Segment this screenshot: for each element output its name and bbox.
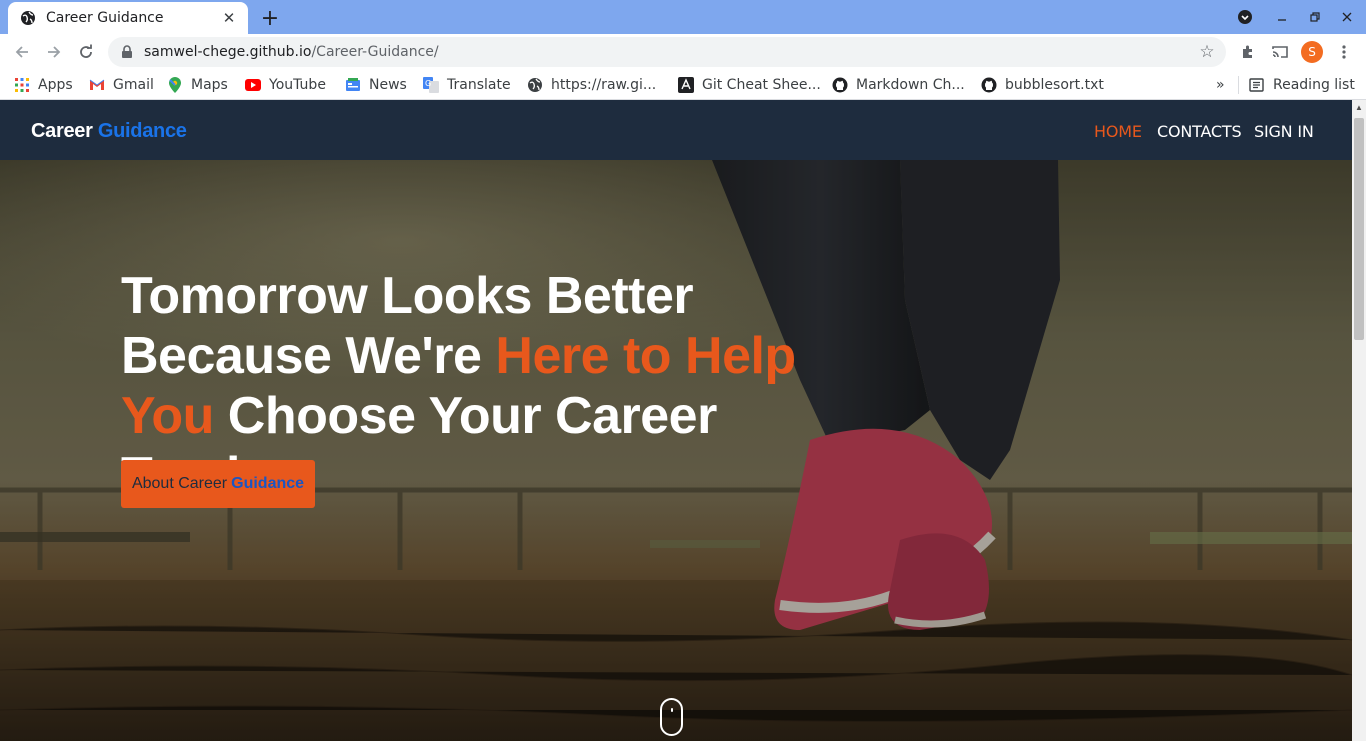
bookmark-gmail[interactable]: Gmail bbox=[89, 75, 154, 95]
hero-line-1: Tomorrow Looks Better bbox=[121, 267, 694, 325]
svg-text:G: G bbox=[425, 79, 431, 88]
bookmark-label: https://raw.gi... bbox=[551, 77, 657, 93]
bookmark-youtube[interactable]: YouTube bbox=[245, 75, 326, 95]
bookmark-translate[interactable]: G Translate bbox=[423, 75, 511, 95]
bookmark-label: Apps bbox=[38, 77, 73, 93]
url-path: /Career-Guidance/ bbox=[311, 44, 439, 60]
hero-line-3-highlight: You bbox=[121, 387, 214, 445]
close-tab-icon[interactable]: ✕ bbox=[220, 9, 238, 27]
bookmark-news[interactable]: News bbox=[345, 75, 407, 95]
bookmark-git-cheat-sheet[interactable]: Git Cheat Shee... bbox=[678, 75, 821, 95]
reload-button[interactable] bbox=[72, 38, 100, 66]
extensions-puzzle-icon[interactable] bbox=[1234, 38, 1262, 66]
bookmark-markdown[interactable]: Markdown Ch... bbox=[832, 75, 965, 95]
nav-sign-in-link[interactable]: SIGN IN bbox=[1254, 122, 1314, 141]
bookmark-label: News bbox=[369, 77, 407, 93]
bookmark-star-icon[interactable]: ☆ bbox=[1198, 43, 1216, 61]
github-icon bbox=[832, 77, 848, 93]
bookmark-bubblesort[interactable]: bubblesort.txt bbox=[981, 75, 1104, 95]
bookmark-label: Git Cheat Shee... bbox=[702, 77, 821, 93]
web-page: Career Guidance HOME CONTACTS SIGN IN To… bbox=[0, 100, 1352, 741]
bookmarks-separator bbox=[1238, 76, 1239, 94]
reading-list-label: Reading list bbox=[1273, 77, 1355, 93]
scrollbar-thumb[interactable] bbox=[1354, 118, 1364, 340]
address-bar[interactable]: samwel-chege.github.io/Career-Guidance/ … bbox=[108, 37, 1226, 67]
page-scrollbar[interactable]: ▲ bbox=[1352, 100, 1366, 741]
tab-title: Career Guidance bbox=[46, 10, 164, 26]
url-text: samwel-chege.github.io/Career-Guidance/ bbox=[144, 44, 439, 60]
cast-icon[interactable] bbox=[1266, 38, 1294, 66]
url-host: samwel-chege.github.io bbox=[144, 44, 312, 60]
browser-toolbar: samwel-chege.github.io/Career-Guidance/ … bbox=[0, 34, 1366, 70]
bookmark-label: Markdown Ch... bbox=[856, 77, 965, 93]
close-window-icon[interactable] bbox=[1335, 6, 1359, 28]
bookmark-apps[interactable]: Apps bbox=[14, 75, 73, 95]
site-navbar: Career Guidance HOME CONTACTS SIGN IN bbox=[0, 100, 1352, 160]
nav-contacts-link[interactable]: CONTACTS bbox=[1157, 122, 1242, 141]
git-icon bbox=[678, 77, 694, 93]
bookmark-label: Gmail bbox=[113, 77, 154, 93]
scroll-up-arrow-icon[interactable]: ▲ bbox=[1352, 100, 1366, 116]
news-icon bbox=[345, 77, 361, 93]
bookmark-label: bubblesort.txt bbox=[1005, 77, 1104, 93]
bookmarks-bar: Apps Gmail Maps YouTube News G Translate bbox=[0, 70, 1366, 100]
arrow-right-icon bbox=[48, 46, 61, 58]
youtube-icon bbox=[245, 77, 261, 93]
bookmark-label: Translate bbox=[447, 77, 511, 93]
nav-home-link[interactable]: HOME bbox=[1094, 122, 1142, 141]
apps-grid-icon bbox=[14, 77, 30, 93]
button-label-main: About Career bbox=[131, 475, 228, 492]
button-label-accent: Guidance bbox=[231, 475, 305, 492]
reading-list-icon bbox=[1249, 77, 1265, 93]
globe-icon bbox=[527, 77, 543, 93]
bookmark-maps[interactable]: Maps bbox=[167, 75, 228, 95]
bookmark-label: Maps bbox=[191, 77, 228, 93]
browser-tab[interactable]: Career Guidance ✕ bbox=[8, 2, 248, 34]
about-career-guidance-button[interactable]: About Career Guidance bbox=[121, 460, 315, 508]
lock-icon bbox=[120, 45, 134, 59]
reload-icon bbox=[80, 44, 92, 58]
gmail-icon bbox=[89, 77, 105, 93]
globe-icon bbox=[20, 10, 36, 26]
restore-icon[interactable] bbox=[1303, 6, 1327, 28]
browser-tab-strip: Career Guidance ✕ + bbox=[0, 0, 1366, 34]
forward-button[interactable] bbox=[40, 38, 68, 66]
minimize-icon[interactable] bbox=[1270, 6, 1294, 28]
bookmark-raw-github[interactable]: https://raw.gi... bbox=[527, 75, 656, 95]
translate-icon: G bbox=[423, 77, 439, 93]
hero-section: Tomorrow Looks Better Because We're Here… bbox=[0, 160, 1352, 741]
hero-line-2-highlight: Here to Help bbox=[495, 327, 796, 385]
maps-pin-icon bbox=[167, 77, 183, 93]
brand-accent: Guidance bbox=[97, 120, 187, 142]
tab-search-icon[interactable] bbox=[1233, 6, 1257, 28]
new-tab-button[interactable]: + bbox=[258, 6, 282, 31]
bookmark-label: YouTube bbox=[269, 77, 326, 93]
site-logo[interactable]: Career Guidance bbox=[31, 120, 187, 143]
bookmarks-overflow-button[interactable]: » bbox=[1216, 75, 1225, 95]
back-button[interactable] bbox=[8, 38, 36, 66]
arrow-left-icon bbox=[15, 46, 28, 58]
scroll-mouse-icon[interactable] bbox=[660, 698, 683, 736]
menu-kebab-icon[interactable] bbox=[1330, 38, 1358, 66]
profile-avatar[interactable]: S bbox=[1301, 41, 1323, 63]
github-icon bbox=[981, 77, 997, 93]
brand-main: Career bbox=[31, 120, 93, 142]
reading-list-button[interactable]: Reading list bbox=[1249, 75, 1355, 95]
hero-line-2-start: Because We're bbox=[121, 327, 496, 385]
